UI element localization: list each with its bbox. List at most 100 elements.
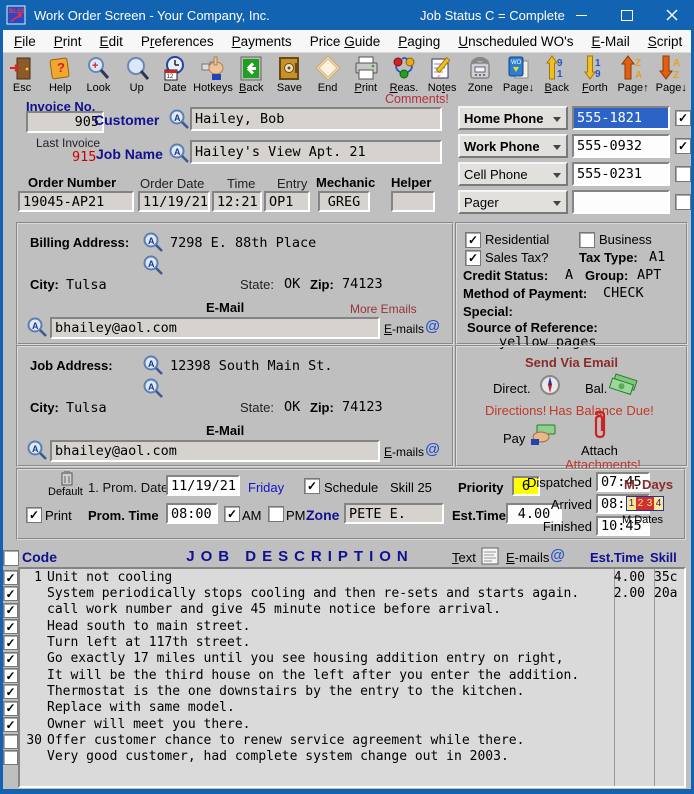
job-description-row[interactable]: Owner will meet you there. <box>20 716 684 732</box>
toolbar-button-page[interactable]: Z A Page↑ <box>614 53 652 100</box>
phone-number-field[interactable] <box>572 190 670 214</box>
job-description-list[interactable]: 1 Unit not cooling 4.00 35c System periodica… <box>18 567 686 788</box>
job-name-field[interactable]: Hailey's View Apt. 21 <box>190 140 442 164</box>
pay-money-icon[interactable] <box>529 421 559 450</box>
toolbar-button-page[interactable]: A Z Page↓ <box>652 53 690 100</box>
phone-print-checkbox[interactable]: ✓ <box>675 138 691 154</box>
job-zip-value[interactable]: 74123 <box>342 399 383 415</box>
job-emails-link[interactable]: E-mails <box>384 445 424 459</box>
prom-time-field[interactable]: 08:00 <box>166 503 218 524</box>
menu-item-preferences[interactable]: Preferences <box>132 32 223 51</box>
menu-item-paging[interactable]: Paging <box>389 32 449 51</box>
text-mode-icon[interactable] <box>481 547 499 568</box>
billing-state-value[interactable]: OK <box>284 276 300 292</box>
job-description-row[interactable]: call work number and give 45 minute noti… <box>20 602 684 618</box>
am-checkbox[interactable]: ✓ <box>224 506 240 522</box>
job-description-row[interactable]: Go exactly 17 miles until you see housin… <box>20 651 684 667</box>
toolbar-button-page[interactable]: WO Page↓ <box>499 53 537 100</box>
minimize-button[interactable] <box>559 0 604 30</box>
toolbar-button-help[interactable]: ? Help <box>41 53 79 100</box>
sales-tax-checkbox[interactable]: ✓ <box>465 250 481 266</box>
jd-row-checkbox[interactable]: ✓ <box>3 668 18 684</box>
job-address2-lookup-icon[interactable]: A <box>142 377 164 399</box>
billing-zip-value[interactable]: 74123 <box>342 276 383 292</box>
toolbar-button-back[interactable]: Back <box>232 53 270 100</box>
phone-number-field[interactable]: 555-0932 <box>572 134 670 158</box>
schedule-checkbox[interactable]: ✓ <box>304 478 320 494</box>
job-description-row[interactable]: 30 Offer customer chance to renew service… <box>20 732 684 748</box>
menu-item-price-guide[interactable]: Price Guide <box>301 32 390 51</box>
job-email-field[interactable]: bhailey@aol.com <box>50 440 380 462</box>
toolbar-button-end[interactable]: End <box>309 53 347 100</box>
jd-row-checkbox[interactable]: ✓ <box>3 602 18 618</box>
jd-row-checkbox[interactable]: ✓ <box>3 684 18 700</box>
phone-type-select-home-phone[interactable]: Home Phone <box>458 106 568 130</box>
menu-item-script[interactable]: Script <box>639 32 692 51</box>
menu-item-e-mail[interactable]: E-Mail <box>582 32 638 51</box>
jd-emails-at-icon[interactable]: @ <box>550 547 565 564</box>
billing-emails-link[interactable]: E-mails <box>384 322 424 336</box>
menu-item-payments[interactable]: Payments <box>223 32 301 51</box>
helper-field[interactable] <box>391 191 435 212</box>
phone-print-checkbox[interactable] <box>675 166 691 182</box>
maximize-button[interactable] <box>604 0 649 30</box>
billing-emails-at-icon[interactable]: @ <box>425 318 440 335</box>
billing-address2-lookup-icon[interactable]: A <box>142 254 164 276</box>
m-dates-label[interactable]: M.Dates <box>622 514 663 526</box>
code-header-checkbox[interactable] <box>3 550 19 566</box>
menu-item-print[interactable]: Print <box>45 32 91 51</box>
phone-number-field[interactable]: 555-1821 <box>572 106 670 130</box>
toolbar-button-print[interactable]: Print <box>347 53 385 100</box>
jd-row-checkbox[interactable]: ✓ <box>3 700 18 716</box>
toolbar-button-save[interactable]: Save <box>270 53 308 100</box>
mechanic-field[interactable]: GREG <box>318 191 370 212</box>
phone-type-select-pager[interactable]: Pager <box>458 190 568 214</box>
job-city-value[interactable]: Tulsa <box>66 400 107 416</box>
m-days-label[interactable]: M. Days <box>624 477 673 492</box>
job-emails-at-icon[interactable]: @ <box>425 441 440 458</box>
pm-checkbox[interactable] <box>268 506 284 522</box>
comments-note[interactable]: Comments! <box>385 92 449 106</box>
close-button[interactable] <box>649 0 694 30</box>
job-description-row[interactable]: Head south to main street. <box>20 618 684 634</box>
menu-item-edit[interactable]: Edit <box>91 32 132 51</box>
toolbar-button-forth[interactable]: 1 9 Forth <box>576 53 614 100</box>
job-description-row[interactable]: Very good customer, had complete system … <box>20 749 684 765</box>
billing-email-field[interactable]: bhailey@aol.com <box>50 317 380 339</box>
order-time-field[interactable]: 12:21 <box>212 191 262 212</box>
phone-print-checkbox[interactable] <box>675 194 691 210</box>
phone-print-checkbox[interactable]: ✓ <box>675 110 691 126</box>
menu-item-unscheduled-wo-s[interactable]: Unscheduled WO's <box>449 32 582 51</box>
text-mode-link[interactable]: Text <box>452 550 476 565</box>
toolbar-button-back[interactable]: 9 1 Back <box>538 53 576 100</box>
default-label[interactable]: Default <box>48 486 83 498</box>
billing-email-lookup-icon[interactable]: A <box>26 316 48 338</box>
jd-row-checkbox[interactable]: ✓ <box>3 717 18 733</box>
job-description-row[interactable]: Replace with same model. <box>20 700 684 716</box>
job-address-lookup-icon[interactable]: A <box>142 354 164 376</box>
phone-number-field[interactable]: 555-0231 <box>572 162 670 186</box>
job-description-row[interactable]: Thermostat is the one downstairs by the … <box>20 683 684 699</box>
job-name-lookup-icon[interactable]: A <box>168 142 190 164</box>
zone-field[interactable]: PETE E. <box>344 503 444 524</box>
attach-paperclip-icon[interactable] <box>591 410 609 444</box>
prom-date-field[interactable]: 11/19/21 <box>166 475 240 496</box>
menu-item-file[interactable]: File <box>5 32 45 51</box>
toolbar-button-up[interactable]: Up <box>118 53 156 100</box>
jd-row-checkbox[interactable]: ✓ <box>3 619 18 635</box>
job-description-row[interactable]: 1 Unit not cooling 4.00 35c <box>20 569 684 585</box>
residential-checkbox[interactable]: ✓ <box>465 232 481 248</box>
toolbar-button-esc[interactable]: Esc <box>3 53 41 100</box>
print-checkbox[interactable]: ✓ <box>26 507 42 523</box>
billing-city-value[interactable]: Tulsa <box>66 277 107 293</box>
jd-row-checkbox[interactable]: ✓ <box>3 635 18 651</box>
business-checkbox[interactable] <box>579 232 595 248</box>
phone-type-select-cell-phone[interactable]: Cell Phone <box>458 162 568 186</box>
order-number-field[interactable]: 19045-AP21 <box>18 191 134 212</box>
jd-row-checkbox[interactable] <box>3 733 18 749</box>
phone-type-select-work-phone[interactable]: Work Phone <box>458 134 568 158</box>
jd-emails-link[interactable]: E-mails <box>506 550 549 565</box>
job-email-lookup-icon[interactable]: A <box>26 439 48 461</box>
customer-field[interactable]: Hailey, Bob <box>190 107 442 131</box>
jd-row-checkbox[interactable]: ✓ <box>3 651 18 667</box>
